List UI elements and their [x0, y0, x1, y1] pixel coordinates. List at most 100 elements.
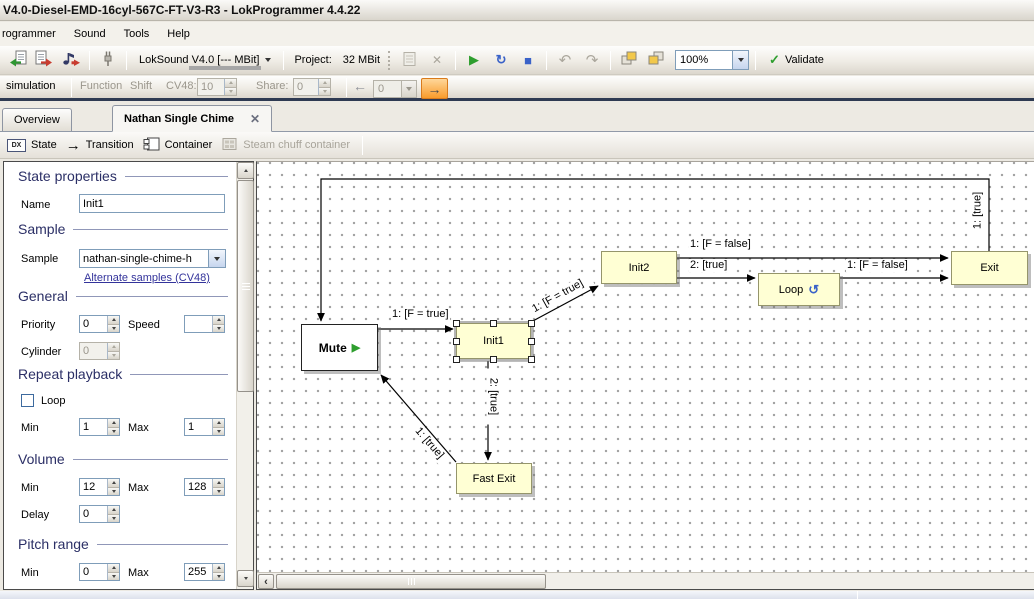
- state-init2[interactable]: Init2: [601, 251, 677, 284]
- selection-handle[interactable]: [490, 356, 497, 363]
- canvas-hscrollbar[interactable]: ‹: [257, 572, 1034, 589]
- speed-stepper[interactable]: [184, 315, 225, 333]
- delay-stepper[interactable]: 0: [79, 505, 120, 523]
- volume-max-stepper[interactable]: 128: [184, 478, 225, 496]
- programmer-connection-button[interactable]: [96, 49, 120, 71]
- spinner-down-icon[interactable]: [108, 514, 119, 523]
- menu-sound[interactable]: Sound: [65, 24, 115, 44]
- scroll-up-button[interactable]: [237, 162, 254, 179]
- add-state-button[interactable]: DX State: [7, 139, 57, 152]
- volume-min-stepper[interactable]: 12: [79, 478, 120, 496]
- state-fast-exit[interactable]: Fast Exit: [456, 463, 532, 494]
- spinner-up-icon[interactable]: [108, 479, 119, 487]
- transition-label[interactable]: 2: [true]: [689, 259, 728, 272]
- transition-arrow-icon: →: [66, 140, 81, 151]
- state-exit[interactable]: Exit: [951, 251, 1028, 285]
- spinner-up-icon[interactable]: [213, 316, 224, 324]
- add-container-button[interactable]: Container: [143, 137, 213, 154]
- tab-close-button[interactable]: ✕: [250, 112, 260, 126]
- spinner-up-icon[interactable]: [108, 506, 119, 514]
- transition-label[interactable]: 2: [true]: [487, 369, 500, 425]
- spinner-up-icon[interactable]: [213, 479, 224, 487]
- add-transition-button[interactable]: → Transition: [66, 139, 134, 151]
- spinner-down-icon[interactable]: [213, 572, 224, 581]
- panel-scrollbar[interactable]: [236, 162, 253, 589]
- nav-index-value: 0: [374, 81, 401, 97]
- spinner-down-icon[interactable]: [108, 324, 119, 333]
- menu-programmer[interactable]: rogrammer: [0, 24, 65, 44]
- repeat-max-stepper[interactable]: 1: [184, 418, 225, 436]
- validate-button[interactable]: ✓ Validate: [762, 49, 831, 71]
- download-disabled-button: [398, 49, 422, 71]
- device-select[interactable]: LokSound V4.0 [--- MBit]: [133, 49, 277, 71]
- transition-label[interactable]: 1: [true]: [972, 183, 985, 239]
- priority-stepper[interactable]: 0: [79, 315, 120, 333]
- scroll-left-button[interactable]: ‹: [258, 574, 274, 589]
- write-sound-button[interactable]: [59, 49, 83, 71]
- tab-nathan-single-chime[interactable]: Nathan Single Chime ✕: [112, 105, 272, 132]
- write-project-button[interactable]: [32, 49, 56, 71]
- name-field[interactable]: [79, 194, 225, 213]
- scroll-down-button[interactable]: [237, 570, 254, 587]
- simulation-loop-button[interactable]: ↻: [489, 49, 513, 71]
- zoom-select[interactable]: 100%: [675, 50, 749, 70]
- transition-exit-to-mute[interactable]: [321, 179, 989, 321]
- state-loop[interactable]: Loop ↺: [758, 273, 840, 306]
- spinner-up-icon[interactable]: [108, 316, 119, 324]
- sample-select[interactable]: nathan-single-chime-h: [79, 249, 226, 268]
- hscrollbar-thumb[interactable]: [276, 574, 546, 589]
- spinner-up-icon[interactable]: [213, 419, 224, 427]
- spinner-down-icon[interactable]: [213, 427, 224, 436]
- nav-forward-button[interactable]: →: [421, 78, 448, 99]
- spinner-down-icon: [225, 87, 236, 96]
- status-bar: [0, 591, 1034, 599]
- spinner-up-icon[interactable]: [213, 564, 224, 572]
- selection-handle[interactable]: [528, 356, 535, 363]
- send-back-button[interactable]: [644, 49, 668, 71]
- tab-overview[interactable]: Overview: [2, 108, 72, 131]
- loop-checkbox[interactable]: [21, 394, 34, 407]
- simulation-play-button[interactable]: ▶: [462, 49, 486, 71]
- delay-label: Delay: [21, 509, 49, 521]
- chevron-down-icon: [738, 58, 744, 62]
- spinner-down-icon[interactable]: [213, 324, 224, 333]
- selection-handle[interactable]: [490, 320, 497, 327]
- redo-icon: ↷: [586, 51, 599, 69]
- menu-help[interactable]: Help: [158, 24, 199, 44]
- transition-label[interactable]: 1: [F = false]: [689, 238, 752, 251]
- alternate-samples-link[interactable]: Alternate samples (CV48): [84, 272, 210, 284]
- selection-handle[interactable]: [453, 338, 460, 345]
- nav-back-button: ←: [353, 78, 367, 94]
- bring-front-button[interactable]: [617, 49, 641, 71]
- transition-label[interactable]: 1: [F = true]: [391, 308, 450, 321]
- read-project-button[interactable]: [5, 49, 29, 71]
- status-bar-divider: [857, 591, 858, 599]
- state-init1[interactable]: Init1: [456, 323, 531, 359]
- spinner-down-icon[interactable]: [108, 427, 119, 436]
- project-size-value: 32 MBit: [343, 54, 380, 66]
- spinner-up-icon: [225, 79, 236, 87]
- scrollbar-thumb[interactable]: [237, 180, 254, 392]
- state-mute[interactable]: Mute ▶: [301, 324, 378, 371]
- pitch-min-stepper[interactable]: 0: [79, 563, 120, 581]
- spinner-down-icon[interactable]: [213, 487, 224, 496]
- selection-handle[interactable]: [528, 320, 535, 327]
- zoom-dropdown-button[interactable]: [732, 51, 748, 69]
- container-icon: [143, 137, 160, 154]
- repeat-min-stepper[interactable]: 1: [79, 418, 120, 436]
- spinner-up-icon[interactable]: [108, 564, 119, 572]
- transition-fastexit-to-mute[interactable]: [381, 375, 456, 462]
- spinner-down-icon[interactable]: [108, 572, 119, 581]
- pitch-min-label: Min: [21, 567, 39, 579]
- transition-label[interactable]: 1: [F = false]: [846, 259, 909, 272]
- simulation-stop-button[interactable]: ■: [516, 49, 540, 71]
- spinner-up-icon[interactable]: [108, 419, 119, 427]
- diagram-canvas[interactable]: 1: [F = true] 1: [F = true] 1: [F = fals…: [257, 162, 1034, 574]
- validate-label: Validate: [785, 54, 824, 66]
- pitch-max-stepper[interactable]: 255: [184, 563, 225, 581]
- selection-handle[interactable]: [453, 320, 460, 327]
- spinner-down-icon[interactable]: [108, 487, 119, 496]
- selection-handle[interactable]: [528, 338, 535, 345]
- selection-handle[interactable]: [453, 356, 460, 363]
- menu-tools[interactable]: Tools: [115, 24, 159, 44]
